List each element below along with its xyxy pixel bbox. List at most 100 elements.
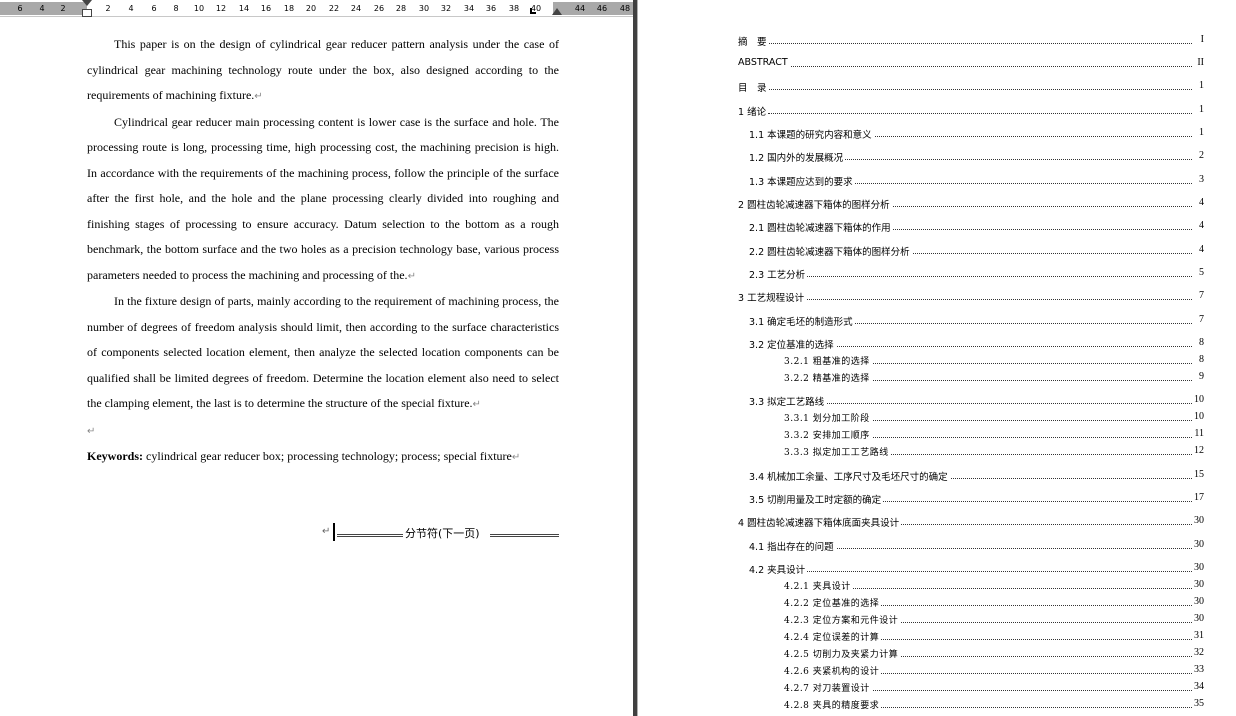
toc-entry[interactable]: 3.3.3 拟定加工工艺路线 12 — [738, 445, 1204, 459]
toc-entry[interactable]: 3.5 切削用量及工时定额的确定 17 — [738, 492, 1204, 506]
toc-entry[interactable]: 4.2.8 夹具的精度要求 35 — [738, 698, 1204, 712]
toc-entry[interactable]: ABSTRACT II — [738, 57, 1204, 71]
toc-entry-title: 4.2.5 切削力及夹紧力计算 — [784, 647, 901, 660]
toc-entry-title: 3.5 切削用量及工时定额的确定 — [749, 492, 884, 506]
toc-leader-dots — [838, 420, 1192, 421]
toc-entry-page: 4 — [1198, 244, 1204, 255]
toc-leader-dots — [838, 437, 1192, 438]
toc-entry-title: 摘 要 — [738, 34, 769, 48]
toc-leader-dots — [838, 588, 1192, 589]
table-of-contents[interactable]: 摘 要 I ABSTRACT II 目 录1 1 绪论 1 1.1 本课题的研究内容和意义 1 1… — [738, 0, 1204, 716]
toc-entry[interactable]: 4.2.5 切削力及夹紧力计算 32 — [738, 647, 1204, 661]
right-indent-marker[interactable] — [552, 8, 562, 15]
paragraph-mark: ↵ — [254, 91, 263, 102]
toc-entry-page: 35 — [1193, 698, 1204, 709]
ruler-tick-label: 48 — [619, 4, 631, 13]
toc-entry-title: 3.4 机械加工余量、工序尺寸及毛坯尺寸的确定 — [749, 469, 950, 483]
horizontal-ruler[interactable]: 6 4 2 2 4 6 8 10 12 14 16 18 20 22 24 26 28 30 32 34 36 38 40 4… — [0, 0, 633, 17]
toc-entry-title: 4.2.1 夹具设计 — [784, 579, 853, 592]
toc-entry-title: 1.3 本课题应达到的要求 — [749, 174, 855, 188]
toc-entry[interactable]: 4.1 指出存在的问题 30 — [738, 539, 1204, 553]
toc-leader-dots — [838, 639, 1192, 640]
toc-entry-title: 3.3.3 拟定加工工艺路线 — [784, 445, 891, 458]
toc-entry[interactable]: 目 录 1 — [738, 80, 1204, 94]
abstract-body[interactable]: This paper is on the design of cylindric… — [87, 32, 559, 471]
paragraph-mark: ↵ — [511, 452, 521, 463]
ruler-tick-label: 2 — [60, 4, 66, 13]
toc-entry[interactable]: 4.2.7 对刀装置设计 34 — [738, 681, 1204, 695]
toc-leader-dots — [838, 707, 1192, 708]
section-break-label: 分节符(下一页) — [405, 527, 480, 540]
toc-leader-dots — [768, 66, 1192, 67]
toc-leader-dots — [838, 673, 1192, 674]
toc-entry[interactable]: 2 圆柱齿轮减速器下箱体的图样分析 4 — [738, 197, 1204, 211]
toc-leader-dots — [838, 380, 1192, 381]
toc-leader-dots — [798, 548, 1192, 549]
toc-entry[interactable]: 1.3 本课题应达到的要求 3 — [738, 174, 1204, 188]
toc-entry[interactable]: 2.2 圆柱齿轮减速器下箱体的图样分析 4 — [738, 244, 1204, 258]
toc-entry[interactable]: 3.3.1 划分加工阶段 10 — [738, 411, 1204, 425]
toc-entry-page: 33 — [1193, 664, 1204, 675]
ruler-tick-label: 12 — [215, 4, 227, 13]
ruler-tick-label: 22 — [328, 4, 340, 13]
toc-entry-title: 4.2.6 夹紧机构的设计 — [784, 664, 882, 677]
toc-entry[interactable]: 4.2.4 定位误差的计算 31 — [738, 630, 1204, 644]
ruler-tick-label: 4 — [39, 4, 45, 13]
toc-entry-page: 15 — [1193, 469, 1204, 480]
toc-entry-title: 3.2.1 粗基准的选择 — [784, 354, 872, 367]
toc-entry-title: 2 圆柱齿轮减速器下箱体的图样分析 — [738, 197, 892, 211]
toc-entry[interactable]: 3.2.2 精基准的选择 9 — [738, 371, 1204, 385]
toc-entry[interactable]: 2.1 圆柱齿轮减速器下箱体的作用 4 — [738, 220, 1204, 234]
toc-entry-page: 32 — [1193, 647, 1204, 658]
toc-entry[interactable]: 4.2.1 夹具设计 30 — [738, 579, 1204, 593]
ruler-tick-label: 2 — [105, 4, 111, 13]
ruler-tick-label: 6 — [151, 4, 157, 13]
toc-entry-page: 30 — [1193, 596, 1204, 607]
toc-entry[interactable]: 4.2.3 定位方案和元件设计 30 — [738, 613, 1204, 627]
toc-entry-page: 1 — [1198, 80, 1204, 91]
ruler-tick-label: 20 — [305, 4, 317, 13]
ruler-tick-label: 16 — [260, 4, 272, 13]
toc-entry[interactable]: 3.2.1 粗基准的选择 8 — [738, 354, 1204, 368]
toc-entry-page: 5 — [1198, 267, 1204, 278]
paragraph-mark: ↵ — [322, 526, 331, 537]
toc-entry-title: 3.1 确定毛坯的制造形式 — [749, 314, 855, 328]
toc-entry-page: 30 — [1193, 562, 1204, 573]
toc-entry[interactable]: 3.4 机械加工余量、工序尺寸及毛坯尺寸的确定 15 — [738, 469, 1204, 483]
ruler-tick-label: 30 — [418, 4, 430, 13]
toc-entry[interactable]: 1 绪论 1 — [738, 104, 1204, 118]
toc-entry-title: 3.2.2 精基准的选择 — [784, 371, 872, 384]
first-line-indent-marker[interactable] — [82, 0, 92, 6]
toc-entry[interactable]: 1.2 国内外的发展概况 2 — [738, 150, 1204, 164]
toc-entry[interactable]: 3.2 定位基准的选择 8 — [738, 337, 1204, 351]
paragraph-mark: ↵ — [407, 270, 416, 282]
toc-leader-dots — [768, 299, 1192, 300]
toc-entry[interactable]: 3.1 确定毛坯的制造形式 7 — [738, 314, 1204, 328]
ruler-tick-label: 28 — [395, 4, 407, 13]
toc-entry-page: 1 — [1198, 104, 1204, 115]
toc-entry[interactable]: 摘 要I — [738, 34, 1204, 48]
toc-entry[interactable]: 3.3 拟定工艺路线 10 — [738, 394, 1204, 408]
toc-entry[interactable]: 4.2 夹具设计 30 — [738, 562, 1204, 576]
toc-entry-page: 8 — [1198, 354, 1204, 365]
toc-entry-title: 3.3.1 划分加工阶段 — [784, 411, 872, 424]
toc-entry-title: 3.2 定位基准的选择 — [749, 337, 836, 351]
toc-entry-page: 30 — [1193, 539, 1204, 550]
abstract-paragraph-3: In the fixture design of parts, mainly a… — [87, 294, 559, 410]
toc-entry-title: 1.2 国内外的发展概况 — [749, 150, 846, 164]
toc-leader-dots — [798, 276, 1192, 277]
toc-entry-title: 3.3 拟定工艺路线 — [749, 394, 827, 408]
toc-entry[interactable]: 3 工艺规程设计 7 — [738, 290, 1204, 304]
toc-entry[interactable]: 2.3 工艺分析 5 — [738, 267, 1204, 281]
ruler-tick-label: 36 — [485, 4, 497, 13]
toc-entry[interactable]: 1.1 本课题的研究内容和意义 1 — [738, 127, 1204, 141]
toc-entry-page: I — [1199, 34, 1204, 45]
toc-entry[interactable]: 4.2.2 定位基准的选择 30 — [738, 596, 1204, 610]
toc-entry[interactable]: 4.2.6 夹紧机构的设计 33 — [738, 664, 1204, 678]
toc-entry[interactable]: 4 圆柱齿轮减速器下箱体底面夹具设计 30 — [738, 515, 1204, 529]
toc-entry[interactable]: 3.3.2 安排加工顺序 11 — [738, 428, 1204, 442]
left-indent-marker[interactable] — [82, 9, 92, 17]
toc-entry-title: 3.3.2 安排加工顺序 — [784, 428, 872, 441]
tab-stop-marker[interactable] — [530, 8, 536, 14]
toc-entry-page: 34 — [1193, 681, 1204, 692]
